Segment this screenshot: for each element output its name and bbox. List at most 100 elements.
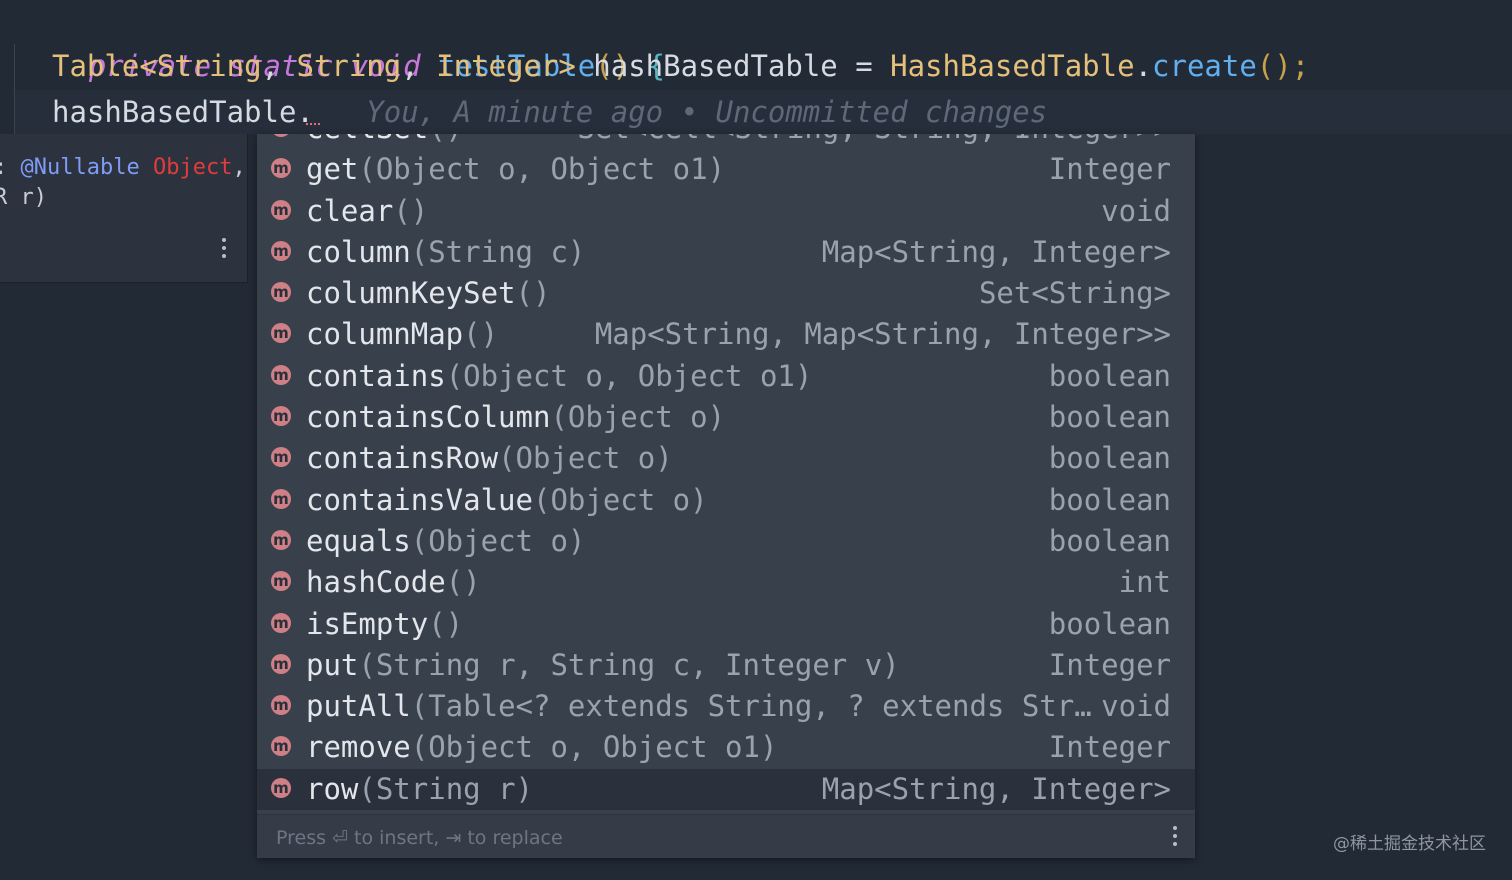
- type-table: Table: [52, 49, 140, 83]
- completion-item-label: columnMap(): [306, 314, 498, 355]
- method-signature: (): [393, 193, 429, 228]
- method-name: putAll: [306, 689, 411, 724]
- method-name: columnKeySet: [306, 276, 516, 311]
- return-type: Map<String, Map<String, Integer>>: [594, 317, 1171, 352]
- method-signature: (): [463, 317, 499, 352]
- indent-guide: [14, 44, 15, 134]
- completion-item-label: isEmpty(): [306, 604, 463, 645]
- method-name: containsValue: [306, 482, 533, 517]
- return-type: void: [1101, 193, 1171, 228]
- completion-item-column[interactable]: m column(String c) Map<String, Integer>: [257, 232, 1195, 273]
- generic-arg-1: String: [156, 49, 262, 83]
- return-type: boolean: [1048, 358, 1171, 393]
- completion-item-remove[interactable]: m remove(Object o, Object o1) Integer: [257, 727, 1195, 768]
- generic-lt: <: [139, 49, 157, 83]
- completion-item-isempty[interactable]: m isEmpty() boolean: [257, 604, 1195, 645]
- method-signature: (Object o): [410, 523, 586, 558]
- completion-item-label: contains(Object o, Object o1): [306, 356, 812, 397]
- return-type: int: [1118, 565, 1171, 600]
- method-icon: m: [271, 282, 291, 303]
- method-name: clear: [306, 193, 394, 228]
- method-signature: (): [445, 565, 481, 600]
- method-signature: (String c): [410, 234, 586, 269]
- return-type: boolean: [1048, 441, 1171, 476]
- kebab-menu-icon[interactable]: [222, 238, 226, 262]
- return-type: Set<String>: [978, 276, 1171, 311]
- completion-item-clear[interactable]: m clear() void: [257, 191, 1195, 232]
- completion-item-put[interactable]: m put(String r, String c, Integer v) Integ…: [257, 645, 1195, 686]
- class-name: HashBasedTable: [890, 49, 1135, 83]
- completion-item-label: put(String r, String c, Integer v): [306, 645, 900, 686]
- method-icon: m: [271, 199, 291, 220]
- method-signature: (Object o): [550, 400, 726, 435]
- completion-hint: Press ⏎ to insert, ⇥ to replace: [276, 827, 563, 849]
- method-name: containsRow: [306, 441, 499, 476]
- completion-item-get[interactable]: m get(Object o, Object o1) Integer: [257, 149, 1195, 190]
- parameter-info-popup: : @Nullable Object, R r): [0, 134, 248, 283]
- completion-item-label: containsColumn(Object o): [306, 397, 725, 438]
- method-name: row: [306, 771, 359, 806]
- git-blame-annotation: You, A minute ago • Uncommitted changes: [366, 95, 1048, 129]
- method-name: put: [306, 647, 359, 682]
- method-icon: m: [271, 488, 291, 509]
- method-name: equals: [306, 523, 411, 558]
- param-info-line-1: : @Nullable Object,: [0, 155, 246, 180]
- call-parens: ();: [1256, 49, 1310, 83]
- completion-item-containscolumn[interactable]: m containsColumn(Object o) boolean: [257, 397, 1195, 438]
- completion-item-row[interactable]: m row(String r) Map<String, Integer>: [257, 768, 1195, 811]
- code-line-3[interactable]: hashBasedTable. You, A minute ago • Unco…: [52, 90, 1047, 134]
- return-type: boolean: [1048, 400, 1171, 435]
- method-signature: (Object o): [532, 482, 708, 517]
- method-name: column: [306, 234, 411, 269]
- method-signature: (Table<? extends String, ? extends Str…: [410, 689, 1092, 724]
- method-icon: m: [271, 158, 291, 179]
- completion-item-label: equals(Object o): [306, 521, 585, 562]
- watermark: @稀土掘金技术社区: [1333, 834, 1486, 854]
- completion-item-columnmap[interactable]: m columnMap() Map<String, Map<String, Inte…: [257, 314, 1195, 355]
- return-type: Integer: [1048, 730, 1171, 765]
- method-name: hashCode: [306, 565, 446, 600]
- completion-item-label: hashCode(): [306, 562, 481, 603]
- method-name: isEmpty: [306, 606, 429, 641]
- method-signature: (Object o, Object o1): [358, 152, 726, 187]
- completion-item-putall[interactable]: m putAll(Table<? extends String, ? extend…: [257, 686, 1195, 727]
- method-icon: m: [271, 364, 291, 385]
- completion-item-label: columnKeySet(): [306, 273, 550, 314]
- kebab-menu-icon[interactable]: [1173, 826, 1177, 850]
- param-type-object: Object: [152, 155, 233, 180]
- completion-list[interactable]: mcellSet()Set<Cell<String, String, Integ…: [257, 134, 1195, 811]
- return-type: boolean: [1048, 482, 1171, 517]
- code-completion-popup[interactable]: mcellSet()Set<Cell<String, String, Integ…: [257, 134, 1195, 858]
- completion-item-label: row(String r): [306, 769, 533, 810]
- method-icon: m: [271, 777, 291, 798]
- completion-item-label: remove(Object o, Object o1): [306, 727, 777, 768]
- method-signature: (): [428, 606, 464, 641]
- completion-item-containsrow[interactable]: m containsRow(Object o) boolean: [257, 438, 1195, 479]
- completion-item-equals[interactable]: m equals(Object o) boolean: [257, 521, 1195, 562]
- completion-item-label: column(String c): [306, 232, 585, 273]
- completion-item-label: cellSet(): [306, 134, 463, 149]
- error-squiggle: [306, 118, 320, 125]
- method-icon: m: [271, 612, 291, 633]
- return-type: void: [1101, 689, 1171, 724]
- completion-item-cellset[interactable]: m cellSet() Set<Cell<String, String, Integ…: [257, 134, 1195, 149]
- create-call: create: [1152, 49, 1257, 83]
- return-type: Map<String, Integer>: [821, 771, 1171, 806]
- completion-item-contains[interactable]: m contains(Object o, Object o1) boolean: [257, 356, 1195, 397]
- nullable-annotation: @Nullable: [20, 155, 140, 180]
- method-icon: m: [271, 695, 291, 716]
- method-name: columnMap: [306, 317, 464, 352]
- completion-item-label: get(Object o, Object o1): [306, 149, 725, 190]
- completion-item-label: clear(): [306, 191, 428, 232]
- completion-item-label: putAll(Table<? extends String, ? extends…: [306, 686, 1092, 727]
- method-signature: (String r): [358, 771, 533, 806]
- method-icon: m: [271, 529, 291, 550]
- completion-item-containsvalue[interactable]: m containsValue(Object o) boolean: [257, 480, 1195, 521]
- method-name: remove: [306, 730, 411, 765]
- completion-item-hashcode[interactable]: m hashCode() int: [257, 562, 1195, 603]
- completion-item-columnkeyset[interactable]: m columnKeySet() Set<String>: [257, 273, 1195, 314]
- method-signature: (Object o): [498, 441, 673, 476]
- generic-arg-2: String: [296, 49, 402, 83]
- generic-arg-3: Integer: [436, 49, 559, 83]
- method-name: get: [306, 152, 359, 187]
